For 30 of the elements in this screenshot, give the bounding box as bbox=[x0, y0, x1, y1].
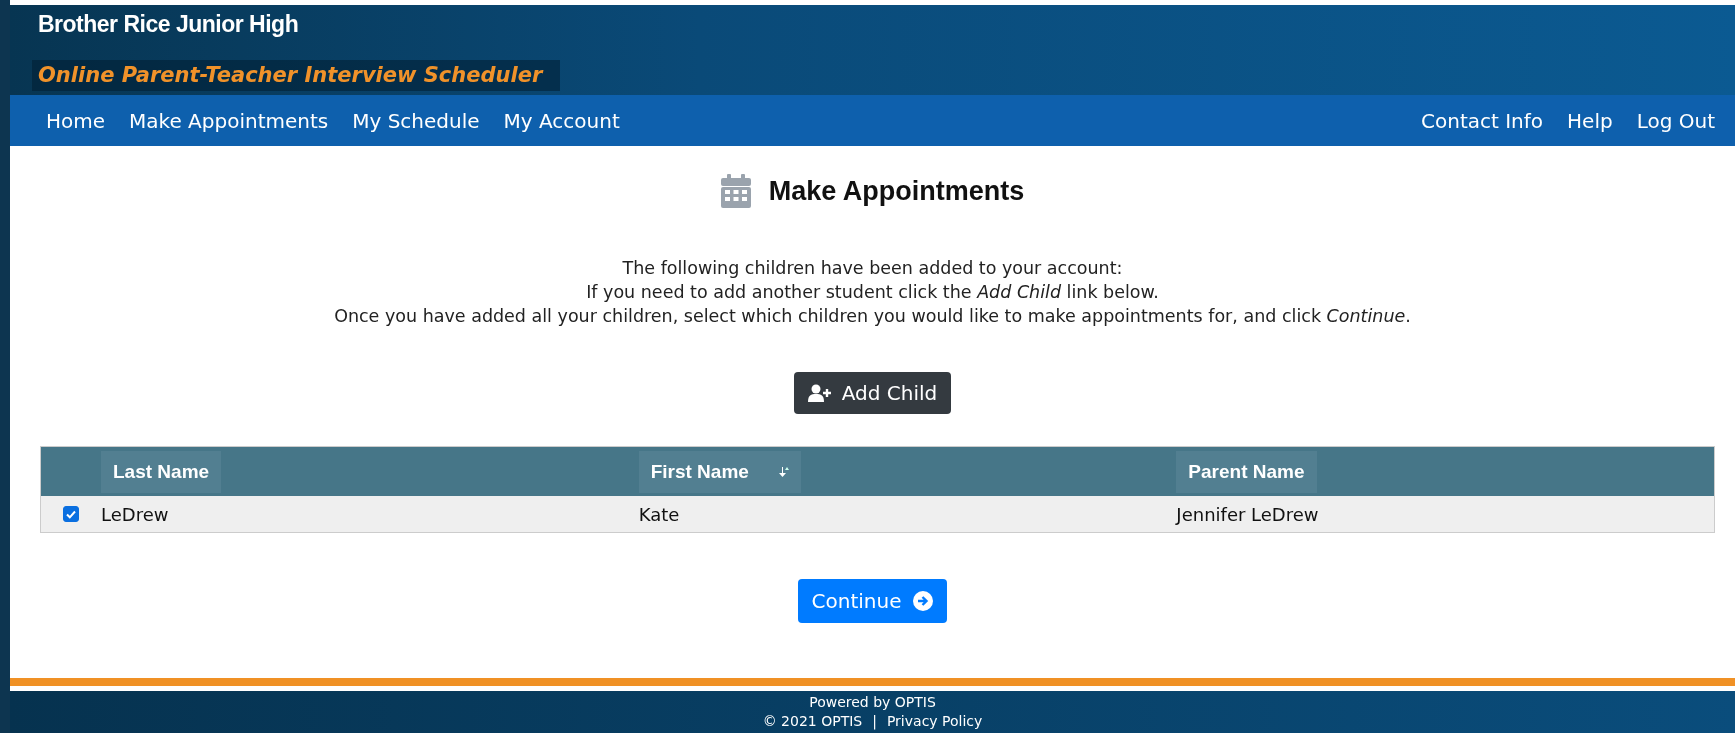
column-header[interactable]: Last Name bbox=[101, 450, 222, 493]
app-subtitle: Online Parent-Teacher Interview Scheduler bbox=[32, 60, 561, 91]
nav-link[interactable]: Log Out bbox=[1636, 108, 1715, 133]
instruction-text: If you need to add another student click the Add Child link below. bbox=[586, 281, 1159, 304]
nav-link[interactable]: Home bbox=[46, 108, 106, 133]
separator-text: | bbox=[872, 712, 877, 731]
column-header[interactable]: Parent Name bbox=[1176, 450, 1317, 493]
calendar-icon bbox=[720, 174, 751, 208]
table-cell: LeDrew bbox=[101, 503, 169, 525]
table-cell: Kate bbox=[638, 503, 680, 525]
add-child-button[interactable]: Add Child bbox=[793, 372, 952, 414]
nav-link[interactable]: Help bbox=[1567, 108, 1613, 133]
powered-by-text: Powered by OPTIS bbox=[809, 693, 936, 712]
privacy-policy-link[interactable]: Privacy Policy bbox=[886, 712, 983, 731]
copyright-text: © 2021 OPTIS bbox=[762, 712, 863, 731]
page-title: Make Appointments bbox=[768, 175, 1025, 207]
table-row[interactable]: LeDrew Kate Jennifer LeDrew bbox=[41, 496, 1714, 532]
instruction-text: Once you have added all your children, select which children you would like to make appointments for, and click Continue. bbox=[334, 305, 1411, 328]
row-checkbox[interactable] bbox=[63, 506, 79, 522]
add-user-icon bbox=[807, 384, 832, 402]
school-name: Brother Rice Junior High bbox=[38, 10, 300, 38]
nav-link[interactable]: Make Appointments bbox=[129, 108, 329, 133]
nav-link[interactable]: My Account bbox=[503, 108, 620, 133]
instruction-text: The following children have been added to your account: bbox=[622, 257, 1123, 280]
table-cell: Jennifer LeDrew bbox=[1176, 503, 1319, 525]
continue-button[interactable]: Continue bbox=[797, 579, 948, 623]
nav-link[interactable]: Contact Info bbox=[1421, 108, 1544, 133]
column-header[interactable]: First Name bbox=[638, 450, 801, 493]
nav-link[interactable]: My Schedule bbox=[352, 108, 480, 133]
arrow-circle-icon bbox=[913, 591, 934, 611]
